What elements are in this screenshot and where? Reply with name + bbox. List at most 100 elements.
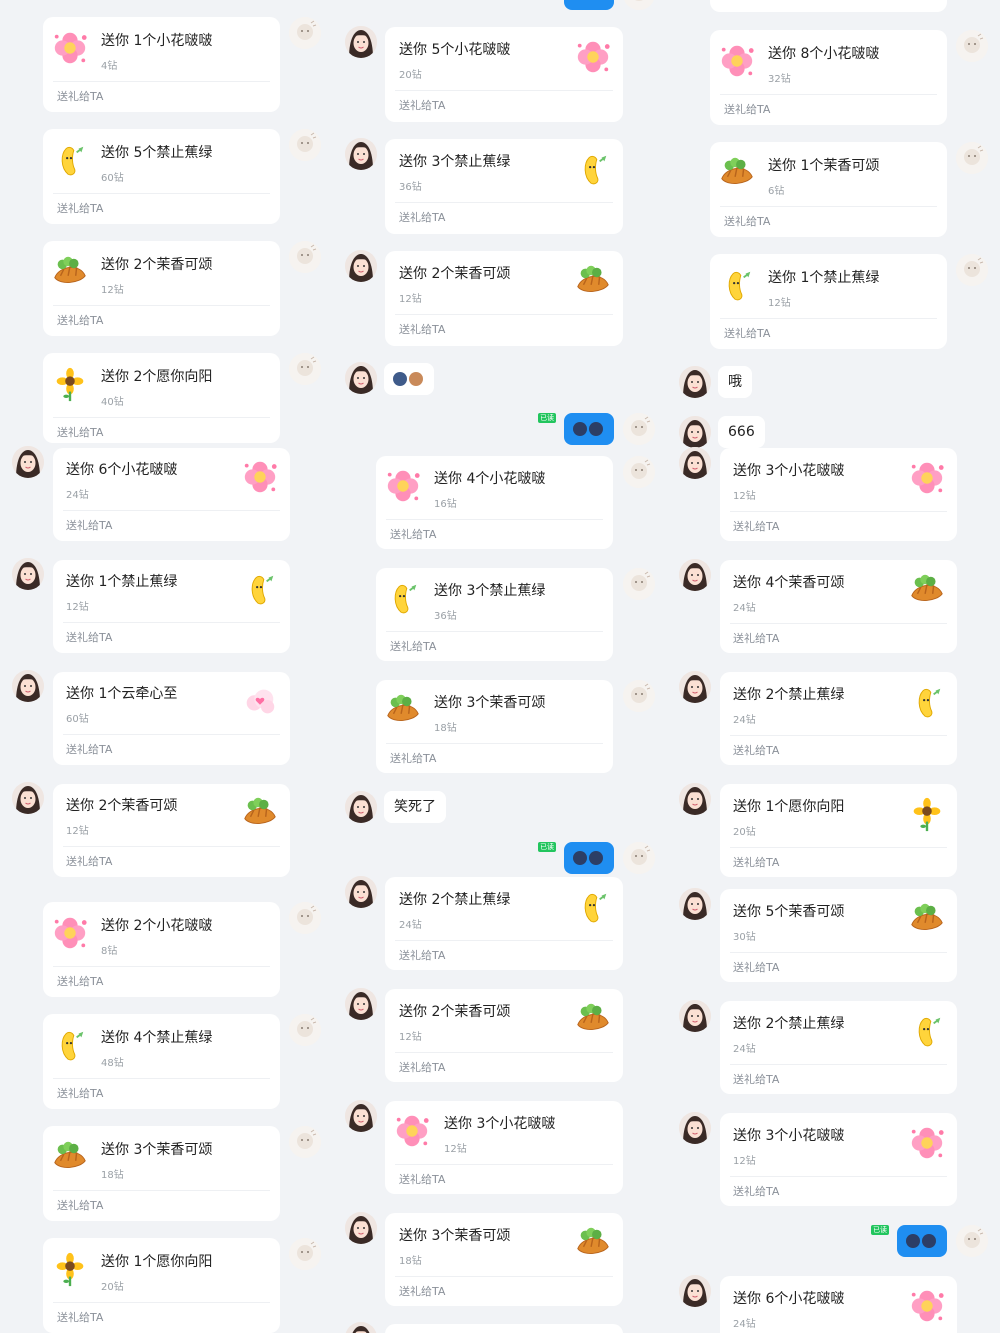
gift-card[interactable] (385, 1324, 623, 1333)
friend-avatar[interactable] (12, 782, 44, 814)
send-gift-link[interactable]: 送礼给TA (66, 853, 112, 869)
gift-card[interactable] (710, 0, 947, 12)
gift-card[interactable]: 送你 2个禁止蕉绿 24钻 送礼给TA (720, 1001, 957, 1094)
received-text-bubble[interactable]: 666 (718, 416, 765, 448)
gift-card[interactable]: 送你 1个愿你向阳 20钻 送礼给TA (720, 784, 957, 877)
self-avatar[interactable] (289, 353, 321, 385)
sent-emoji-bubble[interactable] (564, 842, 614, 874)
friend-avatar[interactable] (345, 1322, 377, 1333)
friend-avatar[interactable] (679, 671, 711, 703)
gift-card[interactable]: 送你 2个茉香可颂 12钻 送礼给TA (385, 251, 623, 346)
gift-card[interactable]: 送你 5个禁止蕉绿 60钻 送礼给TA (43, 129, 280, 224)
sent-emoji-bubble[interactable] (897, 1225, 947, 1257)
send-gift-link[interactable]: 送礼给TA (733, 959, 779, 975)
self-avatar[interactable] (956, 30, 988, 62)
self-avatar[interactable] (289, 1126, 321, 1158)
gift-card[interactable]: 送你 6个小花啵啵 24钻 (720, 1276, 957, 1333)
friend-avatar[interactable] (679, 1275, 711, 1307)
gift-card[interactable]: 送你 1个云牵心至 60钻 送礼给TA (53, 672, 290, 765)
friend-avatar[interactable] (679, 1000, 711, 1032)
gift-card[interactable]: 送你 8个小花啵啵 32钻 送礼给TA (710, 30, 947, 125)
send-gift-link[interactable]: 送礼给TA (733, 630, 779, 646)
gift-card[interactable]: 送你 3个小花啵啵 12钻 送礼给TA (720, 448, 957, 541)
send-gift-link[interactable]: 送礼给TA (66, 517, 112, 533)
send-gift-link[interactable]: 送礼给TA (399, 1283, 445, 1299)
self-avatar[interactable] (956, 142, 988, 174)
sent-emoji-bubble[interactable] (564, 0, 614, 10)
gift-card[interactable]: 送你 3个小花啵啵 12钻 送礼给TA (720, 1113, 957, 1206)
gift-card[interactable]: 送你 2个茉香可颂 12钻 送礼给TA (43, 241, 280, 336)
send-gift-link[interactable]: 送礼给TA (57, 312, 103, 328)
sent-emoji-bubble[interactable] (564, 413, 614, 445)
send-gift-link[interactable]: 送礼给TA (733, 742, 779, 758)
gift-card[interactable]: 送你 3个茉香可颂 18钻 送礼给TA (385, 1213, 623, 1306)
gift-card[interactable]: 送你 4个茉香可颂 24钻 送礼给TA (720, 560, 957, 653)
self-avatar[interactable] (623, 568, 655, 600)
received-text-bubble[interactable]: 笑死了 (384, 791, 446, 823)
self-avatar[interactable] (289, 1014, 321, 1046)
friend-avatar[interactable] (679, 559, 711, 591)
send-gift-link[interactable]: 送礼给TA (57, 1085, 103, 1101)
self-avatar[interactable] (623, 0, 655, 10)
gift-card[interactable]: 送你 2个茉香可颂 12钻 送礼给TA (53, 784, 290, 877)
self-avatar[interactable] (956, 254, 988, 286)
send-gift-link[interactable]: 送礼给TA (57, 1309, 103, 1325)
gift-card[interactable]: 送你 1个愿你向阳 20钻 送礼给TA (43, 1238, 280, 1333)
send-gift-link[interactable]: 送礼给TA (57, 88, 103, 104)
gift-card[interactable]: 送你 6个小花啵啵 24钻 送礼给TA (53, 448, 290, 541)
self-avatar[interactable] (289, 241, 321, 273)
gift-card[interactable]: 送你 3个禁止蕉绿 36钻 送礼给TA (385, 139, 623, 234)
gift-card[interactable]: 送你 4个小花啵啵 16钻 送礼给TA (376, 456, 613, 549)
send-gift-link[interactable]: 送礼给TA (399, 209, 445, 225)
gift-card[interactable]: 送你 1个小花啵啵 4钻 送礼给TA (43, 17, 280, 112)
self-avatar[interactable] (623, 456, 655, 488)
send-gift-link[interactable]: 送礼给TA (66, 741, 112, 757)
send-gift-link[interactable]: 送礼给TA (724, 325, 770, 341)
send-gift-link[interactable]: 送礼给TA (733, 854, 779, 870)
gift-card[interactable]: 送你 2个茉香可颂 12钻 送礼给TA (385, 989, 623, 1082)
self-avatar[interactable] (623, 842, 655, 874)
send-gift-link[interactable]: 送礼给TA (399, 321, 445, 337)
friend-avatar[interactable] (345, 26, 377, 58)
send-gift-link[interactable]: 送礼给TA (390, 750, 436, 766)
friend-avatar[interactable] (679, 416, 711, 448)
self-avatar[interactable] (289, 129, 321, 161)
friend-avatar[interactable] (345, 791, 377, 823)
self-avatar[interactable] (623, 413, 655, 445)
friend-avatar[interactable] (12, 670, 44, 702)
friend-avatar[interactable] (345, 1212, 377, 1244)
gift-card[interactable]: 送你 5个小花啵啵 20钻 送礼给TA (385, 27, 623, 122)
gift-card[interactable]: 送你 2个愿你向阳 40钻 送礼给TA (43, 353, 280, 443)
send-gift-link[interactable]: 送礼给TA (57, 973, 103, 989)
send-gift-link[interactable]: 送礼给TA (733, 518, 779, 534)
friend-avatar[interactable] (679, 783, 711, 815)
send-gift-link[interactable]: 送礼给TA (399, 1059, 445, 1075)
send-gift-link[interactable]: 送礼给TA (390, 638, 436, 654)
gift-card[interactable]: 送你 3个茉香可颂 18钻 送礼给TA (43, 1126, 280, 1221)
friend-avatar[interactable] (12, 558, 44, 590)
gift-card[interactable]: 送你 5个茉香可颂 30钻 送礼给TA (720, 889, 957, 982)
friend-avatar[interactable] (345, 1100, 377, 1132)
friend-avatar[interactable] (679, 1112, 711, 1144)
friend-avatar[interactable] (345, 250, 377, 282)
gift-card[interactable]: 送你 2个小花啵啵 8钻 送礼给TA (43, 902, 280, 997)
send-gift-link[interactable]: 送礼给TA (66, 629, 112, 645)
send-gift-link[interactable]: 送礼给TA (399, 97, 445, 113)
friend-avatar[interactable] (345, 362, 377, 394)
received-text-bubble[interactable]: 哦 (718, 366, 752, 398)
send-gift-link[interactable]: 送礼给TA (399, 1171, 445, 1187)
gift-card[interactable]: 送你 1个茉香可颂 6钻 送礼给TA (710, 142, 947, 237)
friend-avatar[interactable] (345, 138, 377, 170)
send-gift-link[interactable]: 送礼给TA (733, 1183, 779, 1199)
friend-avatar[interactable] (679, 888, 711, 920)
send-gift-link[interactable]: 送礼给TA (390, 526, 436, 542)
received-emoji-bubble[interactable] (384, 363, 434, 395)
self-avatar[interactable] (289, 902, 321, 934)
send-gift-link[interactable]: 送礼给TA (57, 424, 103, 440)
self-avatar[interactable] (956, 1225, 988, 1257)
friend-avatar[interactable] (679, 447, 711, 479)
gift-card[interactable]: 送你 3个茉香可颂 18钻 送礼给TA (376, 680, 613, 773)
self-avatar[interactable] (623, 680, 655, 712)
gift-card[interactable]: 送你 3个小花啵啵 12钻 送礼给TA (385, 1101, 623, 1194)
gift-card[interactable]: 送你 1个禁止蕉绿 12钻 送礼给TA (710, 254, 947, 349)
